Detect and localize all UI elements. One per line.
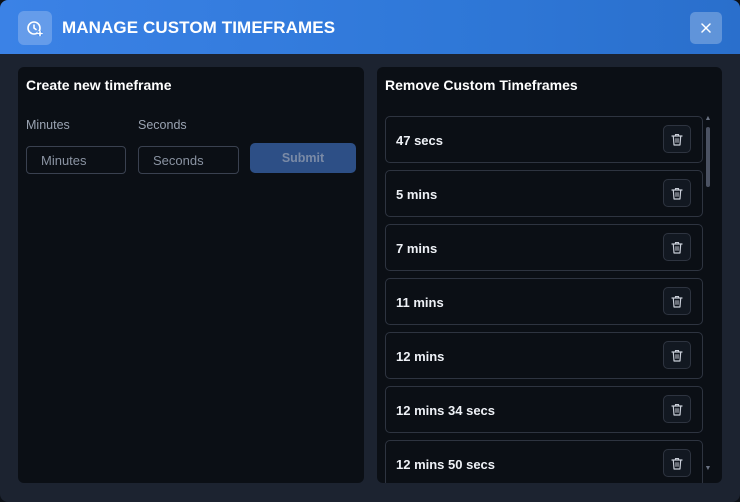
timeframe-list: 47 secs 5 mins 7 mins 11 mins 12 mins 12 mins…	[385, 116, 703, 483]
delete-timeframe-button[interactable]	[663, 233, 691, 261]
timeframe-label: 47 secs	[396, 133, 443, 148]
timeframe-row: 12 mins 34 secs	[385, 386, 703, 433]
create-panel-title: Create new timeframe	[26, 77, 172, 93]
manage-timeframes-dialog: MANAGE CUSTOM TIMEFRAMES Create new time…	[0, 0, 740, 502]
timeframe-row: 12 mins	[385, 332, 703, 379]
timeframe-label: 12 mins 34 secs	[396, 403, 496, 418]
timeframe-label: 12 mins	[396, 349, 445, 364]
delete-timeframe-button[interactable]	[663, 341, 691, 369]
trash-icon	[671, 187, 683, 200]
close-button[interactable]	[690, 12, 722, 44]
clock-plus-icon	[18, 11, 52, 45]
trash-icon	[671, 133, 683, 146]
timeframe-row: 5 mins	[385, 170, 703, 217]
delete-timeframe-button[interactable]	[663, 125, 691, 153]
timeframe-scrollbar[interactable]: ▲ ▼	[704, 115, 712, 477]
dialog-title: MANAGE CUSTOM TIMEFRAMES	[62, 18, 336, 37]
minutes-label: Minutes	[26, 118, 70, 132]
close-icon	[701, 23, 711, 33]
minutes-input[interactable]	[26, 146, 126, 174]
timeframe-label: 7 mins	[396, 241, 438, 256]
delete-timeframe-button[interactable]	[663, 449, 691, 477]
remove-timeframes-panel: Remove Custom Timeframes 47 secs 5 mins 7 …	[377, 67, 722, 483]
scroll-thumb[interactable]	[706, 127, 710, 187]
trash-icon	[671, 349, 683, 362]
scroll-up-arrow-icon[interactable]: ▲	[704, 115, 712, 123]
create-timeframe-panel: Create new timeframe Minutes Seconds Sub…	[18, 67, 364, 483]
timeframe-label: 11 mins	[396, 295, 444, 310]
timeframe-label: 12 mins 50 secs	[396, 457, 496, 472]
trash-icon	[671, 457, 683, 470]
dialog-header: MANAGE CUSTOM TIMEFRAMES	[0, 0, 740, 54]
submit-button[interactable]: Submit	[250, 143, 356, 173]
delete-timeframe-button[interactable]	[663, 179, 691, 207]
delete-timeframe-button[interactable]	[663, 395, 691, 423]
timeframe-row: 47 secs	[385, 116, 703, 163]
trash-icon	[671, 403, 683, 416]
delete-timeframe-button[interactable]	[663, 287, 691, 315]
timeframe-row: 12 mins 50 secs	[385, 440, 703, 483]
remove-panel-title: Remove Custom Timeframes	[385, 77, 578, 93]
scroll-down-arrow-icon[interactable]: ▼	[704, 465, 712, 473]
trash-icon	[671, 295, 683, 308]
seconds-label: Seconds	[138, 118, 187, 132]
timeframe-label: 5 mins	[396, 187, 438, 202]
timeframe-row: 7 mins	[385, 224, 703, 271]
trash-icon	[671, 241, 683, 254]
timeframe-row: 11 mins	[385, 278, 703, 325]
seconds-input[interactable]	[138, 146, 239, 174]
